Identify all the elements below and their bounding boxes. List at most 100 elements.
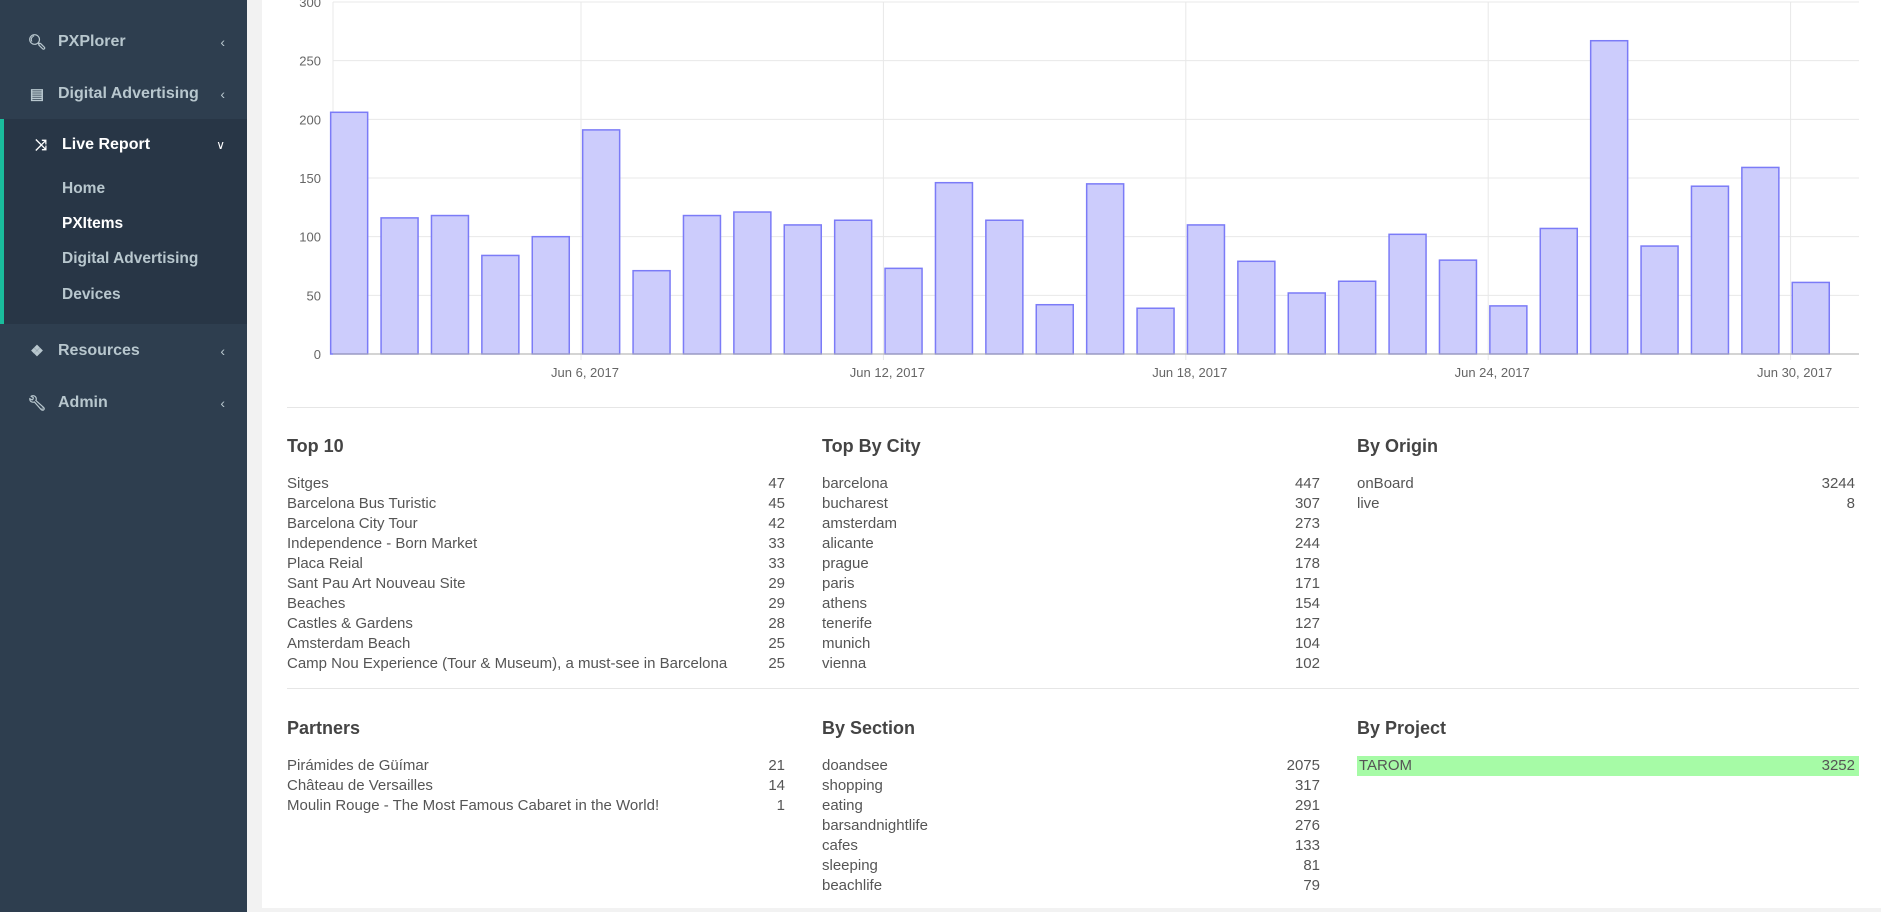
bar-2017-06-29 xyxy=(1741,166,1780,355)
list-item: Castles & Gardens 28 xyxy=(287,614,789,634)
panel-title: By Project xyxy=(1357,718,1447,738)
item-label: doandsee xyxy=(822,757,888,774)
list-item: barcelona 447 xyxy=(822,474,1324,494)
bar-2017-06-05 xyxy=(531,235,571,355)
x-tick-label: Jun 24, 2017 xyxy=(1455,365,1530,380)
y-tick-label: 0 xyxy=(314,347,321,362)
item-label: TAROM xyxy=(1359,757,1413,774)
bar-2017-06-19 xyxy=(1237,260,1276,355)
item-label: Sitges xyxy=(287,475,329,492)
list-item: paris 171 xyxy=(822,574,1324,594)
item-label: Barcelona City Tour xyxy=(287,515,418,532)
divider xyxy=(287,407,1859,408)
item-label: prague xyxy=(822,555,869,572)
divider xyxy=(287,688,1859,689)
item-label: live xyxy=(1357,495,1380,512)
item-count: 29 xyxy=(768,595,785,612)
bar-2017-06-20 xyxy=(1287,292,1327,355)
item-label: Placa Reial xyxy=(287,555,363,572)
bar-2017-06-11 xyxy=(833,219,873,355)
bar-2017-06-30 xyxy=(1791,281,1831,355)
panel-by-section: By Section doandsee 2075 shopping 317 eating 2… xyxy=(822,718,1324,896)
item-label: barcelona xyxy=(822,475,888,492)
bar-2017-06-28 xyxy=(1690,185,1730,355)
bar-2017-06-02 xyxy=(380,217,419,355)
list-item: Sitges 47 xyxy=(287,474,789,494)
item-count: 244 xyxy=(1294,535,1320,552)
item-label: eating xyxy=(822,797,863,814)
item-label: paris xyxy=(822,575,855,592)
y-tick-label: 50 xyxy=(307,288,321,303)
item-label: munich xyxy=(822,635,871,652)
daily-bar-chart: 0 50 100 150 200 250 300 Jun 6, 2017 Jun 12, 201… xyxy=(299,0,1859,380)
item-label: Sant Pau Art Nouveau Site xyxy=(287,575,466,592)
y-tick-label: 150 xyxy=(299,171,321,186)
list-item: Placa Reial 33 xyxy=(287,554,789,574)
bar-2017-06-25 xyxy=(1539,227,1579,355)
y-tick-label: 250 xyxy=(299,54,321,69)
bar-2017-06-24 xyxy=(1489,305,1528,355)
item-label: tenerife xyxy=(822,615,873,632)
bar-2017-06-10 xyxy=(783,224,823,355)
list-item: Sant Pau Art Nouveau Site 29 xyxy=(287,574,789,594)
bar-2017-06-22 xyxy=(1388,233,1427,355)
panel-top-10: Top 10 Sitges 47 Barcelona Bus Turistic 45 Ba… xyxy=(287,436,789,674)
bar-2017-06-07 xyxy=(632,269,671,355)
item-label: Amsterdam Beach xyxy=(287,635,411,652)
x-tick-label: Jun 6, 2017 xyxy=(551,365,619,380)
item-count: 8 xyxy=(1846,495,1855,512)
list-item: Amsterdam Beach 25 xyxy=(287,634,789,654)
bar-2017-06-13 xyxy=(934,181,974,355)
list-item: Moulin Rouge - The Most Famous Cabaret i… xyxy=(287,796,789,816)
list-item: prague 178 xyxy=(822,554,1324,574)
panel-by-origin: By Origin onBoard 3244 live 8 xyxy=(1357,436,1859,514)
panel-top-by-city: Top By City barcelona 447 bucharest 307 amste… xyxy=(822,436,1324,674)
list-item: TAROM 3252 xyxy=(1357,756,1859,776)
bar-2017-06-21 xyxy=(1337,280,1377,355)
item-label: sleeping xyxy=(822,857,878,874)
item-label: athens xyxy=(822,595,868,612)
list-item: beachlife 79 xyxy=(822,876,1324,896)
list-item: athens 154 xyxy=(822,594,1324,614)
bar-2017-06-06 xyxy=(581,129,621,355)
item-count: 25 xyxy=(768,655,785,672)
list-item: Beaches 29 xyxy=(287,594,789,614)
item-count: 104 xyxy=(1294,635,1320,652)
bar-2017-06-17 xyxy=(1136,307,1175,355)
list-item: Independence - Born Market 33 xyxy=(287,534,789,554)
item-count: 447 xyxy=(1294,475,1320,492)
bar-2017-06-15 xyxy=(1035,303,1075,355)
item-count: 154 xyxy=(1294,595,1320,612)
panel-partners: Partners Pirámides de Güímar 21 Château de … xyxy=(287,718,789,816)
panel-title: By Origin xyxy=(1357,436,1439,456)
item-count: 307 xyxy=(1294,495,1320,512)
item-label: bucharest xyxy=(822,495,888,512)
list-item: Barcelona City Tour 42 xyxy=(287,514,789,534)
item-count: 45 xyxy=(768,495,785,512)
item-label: alicante xyxy=(822,535,874,552)
list-item: alicante 244 xyxy=(822,534,1324,554)
item-label: beachlife xyxy=(822,877,883,894)
panel-title: Partners xyxy=(287,718,361,738)
list-item: bucharest 307 xyxy=(822,494,1324,514)
item-label: onBoard xyxy=(1357,475,1414,492)
bar-2017-06-27 xyxy=(1640,245,1679,355)
list-item: eating 291 xyxy=(822,796,1324,816)
item-count: 171 xyxy=(1294,575,1320,592)
item-label: barsandnightlife xyxy=(822,817,928,834)
bar-2017-06-26 xyxy=(1589,39,1629,355)
item-label: Château de Versailles xyxy=(287,777,433,794)
item-count: 33 xyxy=(768,555,785,572)
bar-2017-06-08 xyxy=(682,214,722,355)
panel-title: Top By City xyxy=(822,436,921,456)
item-label: cafes xyxy=(822,837,858,854)
bar-2017-06-14 xyxy=(985,219,1024,355)
list-item: barsandnightlife 276 xyxy=(822,816,1324,836)
list-item: amsterdam 273 xyxy=(822,514,1324,534)
item-count: 81 xyxy=(1303,857,1320,874)
item-label: shopping xyxy=(822,777,883,794)
item-count: 28 xyxy=(768,615,785,632)
list-item: cafes 133 xyxy=(822,836,1324,856)
item-label: Barcelona Bus Turistic xyxy=(287,495,437,512)
item-label: amsterdam xyxy=(822,515,898,532)
